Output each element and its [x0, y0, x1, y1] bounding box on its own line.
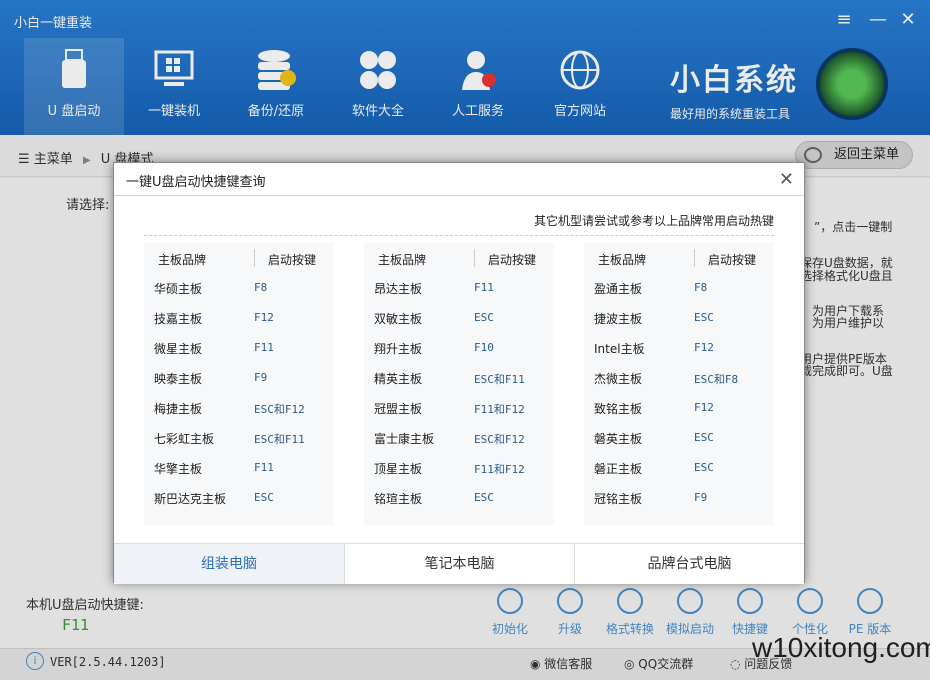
brand-column: 主板品牌 启动按键 华硕主板 F8 技嘉主板 F12 微星主板 F11 映泰主板 F9 … [144, 243, 334, 525]
brand-name: 磐正主板 [594, 462, 643, 476]
brand-name: 斯巴达克主板 [154, 492, 227, 506]
boot-key: F9 [254, 371, 268, 384]
boot-key: ESC [694, 431, 714, 444]
boot-key: F11 [254, 461, 274, 474]
brand-column: 主板品牌 启动按键 盈通主板 F8 捷波主板 ESC Intel主板 F12 杰微主板… [584, 243, 774, 525]
brand-name: 梅捷主板 [154, 402, 203, 416]
brand-name: 杰微主板 [594, 372, 643, 386]
tab-desktop-assembled[interactable]: 组装电脑 [114, 544, 344, 584]
tab-laptop[interactable]: 笔记本电脑 [344, 544, 574, 584]
computer-type-tabs: 组装电脑 笔记本电脑 品牌台式电脑 [114, 543, 804, 584]
dialog-close-button[interactable]: ✕ [779, 169, 794, 190]
brand-name: 致铭主板 [594, 402, 643, 416]
brand-name: 翔升主板 [374, 342, 423, 356]
dialog-note: 其它机型请尝试或参考以上品牌常用启动热键 [533, 214, 774, 228]
column-header-brand: 主板品牌 [598, 253, 647, 267]
column-header-key: 启动按键 [708, 253, 757, 267]
brand-name: 技嘉主板 [154, 312, 203, 326]
brand-name: 华硕主板 [154, 282, 203, 296]
tab-brand-desktop[interactable]: 品牌台式电脑 [574, 544, 804, 584]
brand-name: 昂达主板 [374, 282, 423, 296]
brand-name: 盈通主板 [594, 282, 643, 296]
column-header-brand: 主板品牌 [158, 253, 207, 267]
boot-key: ESC [694, 311, 714, 324]
column-header-brand: 主板品牌 [378, 253, 427, 267]
boot-key: F11和F12 [474, 463, 525, 476]
brand-name: 铭瑄主板 [374, 492, 423, 506]
boot-key: ESC和F11 [474, 373, 525, 386]
dialog-title: 一键U盘启动快捷键查询 [126, 175, 266, 190]
brand-column: 主板品牌 启动按键 昂达主板 F11 双敏主板 ESC 翔升主板 F10 精英主板 ES… [364, 243, 554, 525]
brand-name: 双敏主板 [374, 312, 423, 326]
boot-key: F12 [254, 311, 274, 324]
brand-name: 磐英主板 [594, 432, 643, 446]
boot-key: ESC [474, 311, 494, 324]
boot-key: F9 [694, 491, 708, 504]
boot-key: F8 [694, 281, 708, 294]
app-window: 小白一键重装 ≡ — ✕ U 盘启动 一键装机 备份/还原 软件大全 人工服务 … [0, 0, 930, 680]
boot-key: F12 [694, 341, 714, 354]
divider [694, 249, 695, 267]
brand-name: 富士康主板 [374, 432, 435, 446]
boot-key: ESC和F11 [254, 433, 305, 446]
boot-key: F12 [694, 401, 714, 414]
brand-name: 映泰主板 [154, 372, 203, 386]
boot-key: ESC [254, 491, 274, 504]
boot-key: ESC和F8 [694, 373, 739, 386]
boot-key: ESC和F12 [254, 403, 305, 416]
boot-key: F8 [254, 281, 268, 294]
brand-name: 冠盟主板 [374, 402, 423, 416]
boot-key: F11 [474, 281, 494, 294]
divider [114, 195, 804, 196]
boot-key: F11和F12 [474, 403, 525, 416]
boot-key: ESC和F12 [474, 433, 525, 446]
boot-key: ESC [474, 491, 494, 504]
boot-key-dialog: 一键U盘启动快捷键查询 ✕ 其它机型请尝试或参考以上品牌常用启动热键 主板品牌 … [113, 162, 805, 584]
divider [254, 249, 255, 267]
brand-name: 顶星主板 [374, 462, 423, 476]
column-header-key: 启动按键 [268, 253, 317, 267]
divider [144, 235, 774, 236]
brand-name: 捷波主板 [594, 312, 643, 326]
brand-name: 华擎主板 [154, 462, 203, 476]
brand-name: Intel主板 [594, 342, 645, 356]
boot-key: ESC [694, 461, 714, 474]
brand-name: 微星主板 [154, 342, 203, 356]
boot-key: F10 [474, 341, 494, 354]
boot-key: F11 [254, 341, 274, 354]
brand-name: 七彩虹主板 [154, 432, 215, 446]
brand-name: 精英主板 [374, 372, 423, 386]
brand-name: 冠铭主板 [594, 492, 643, 506]
divider [474, 249, 475, 267]
column-header-key: 启动按键 [488, 253, 537, 267]
